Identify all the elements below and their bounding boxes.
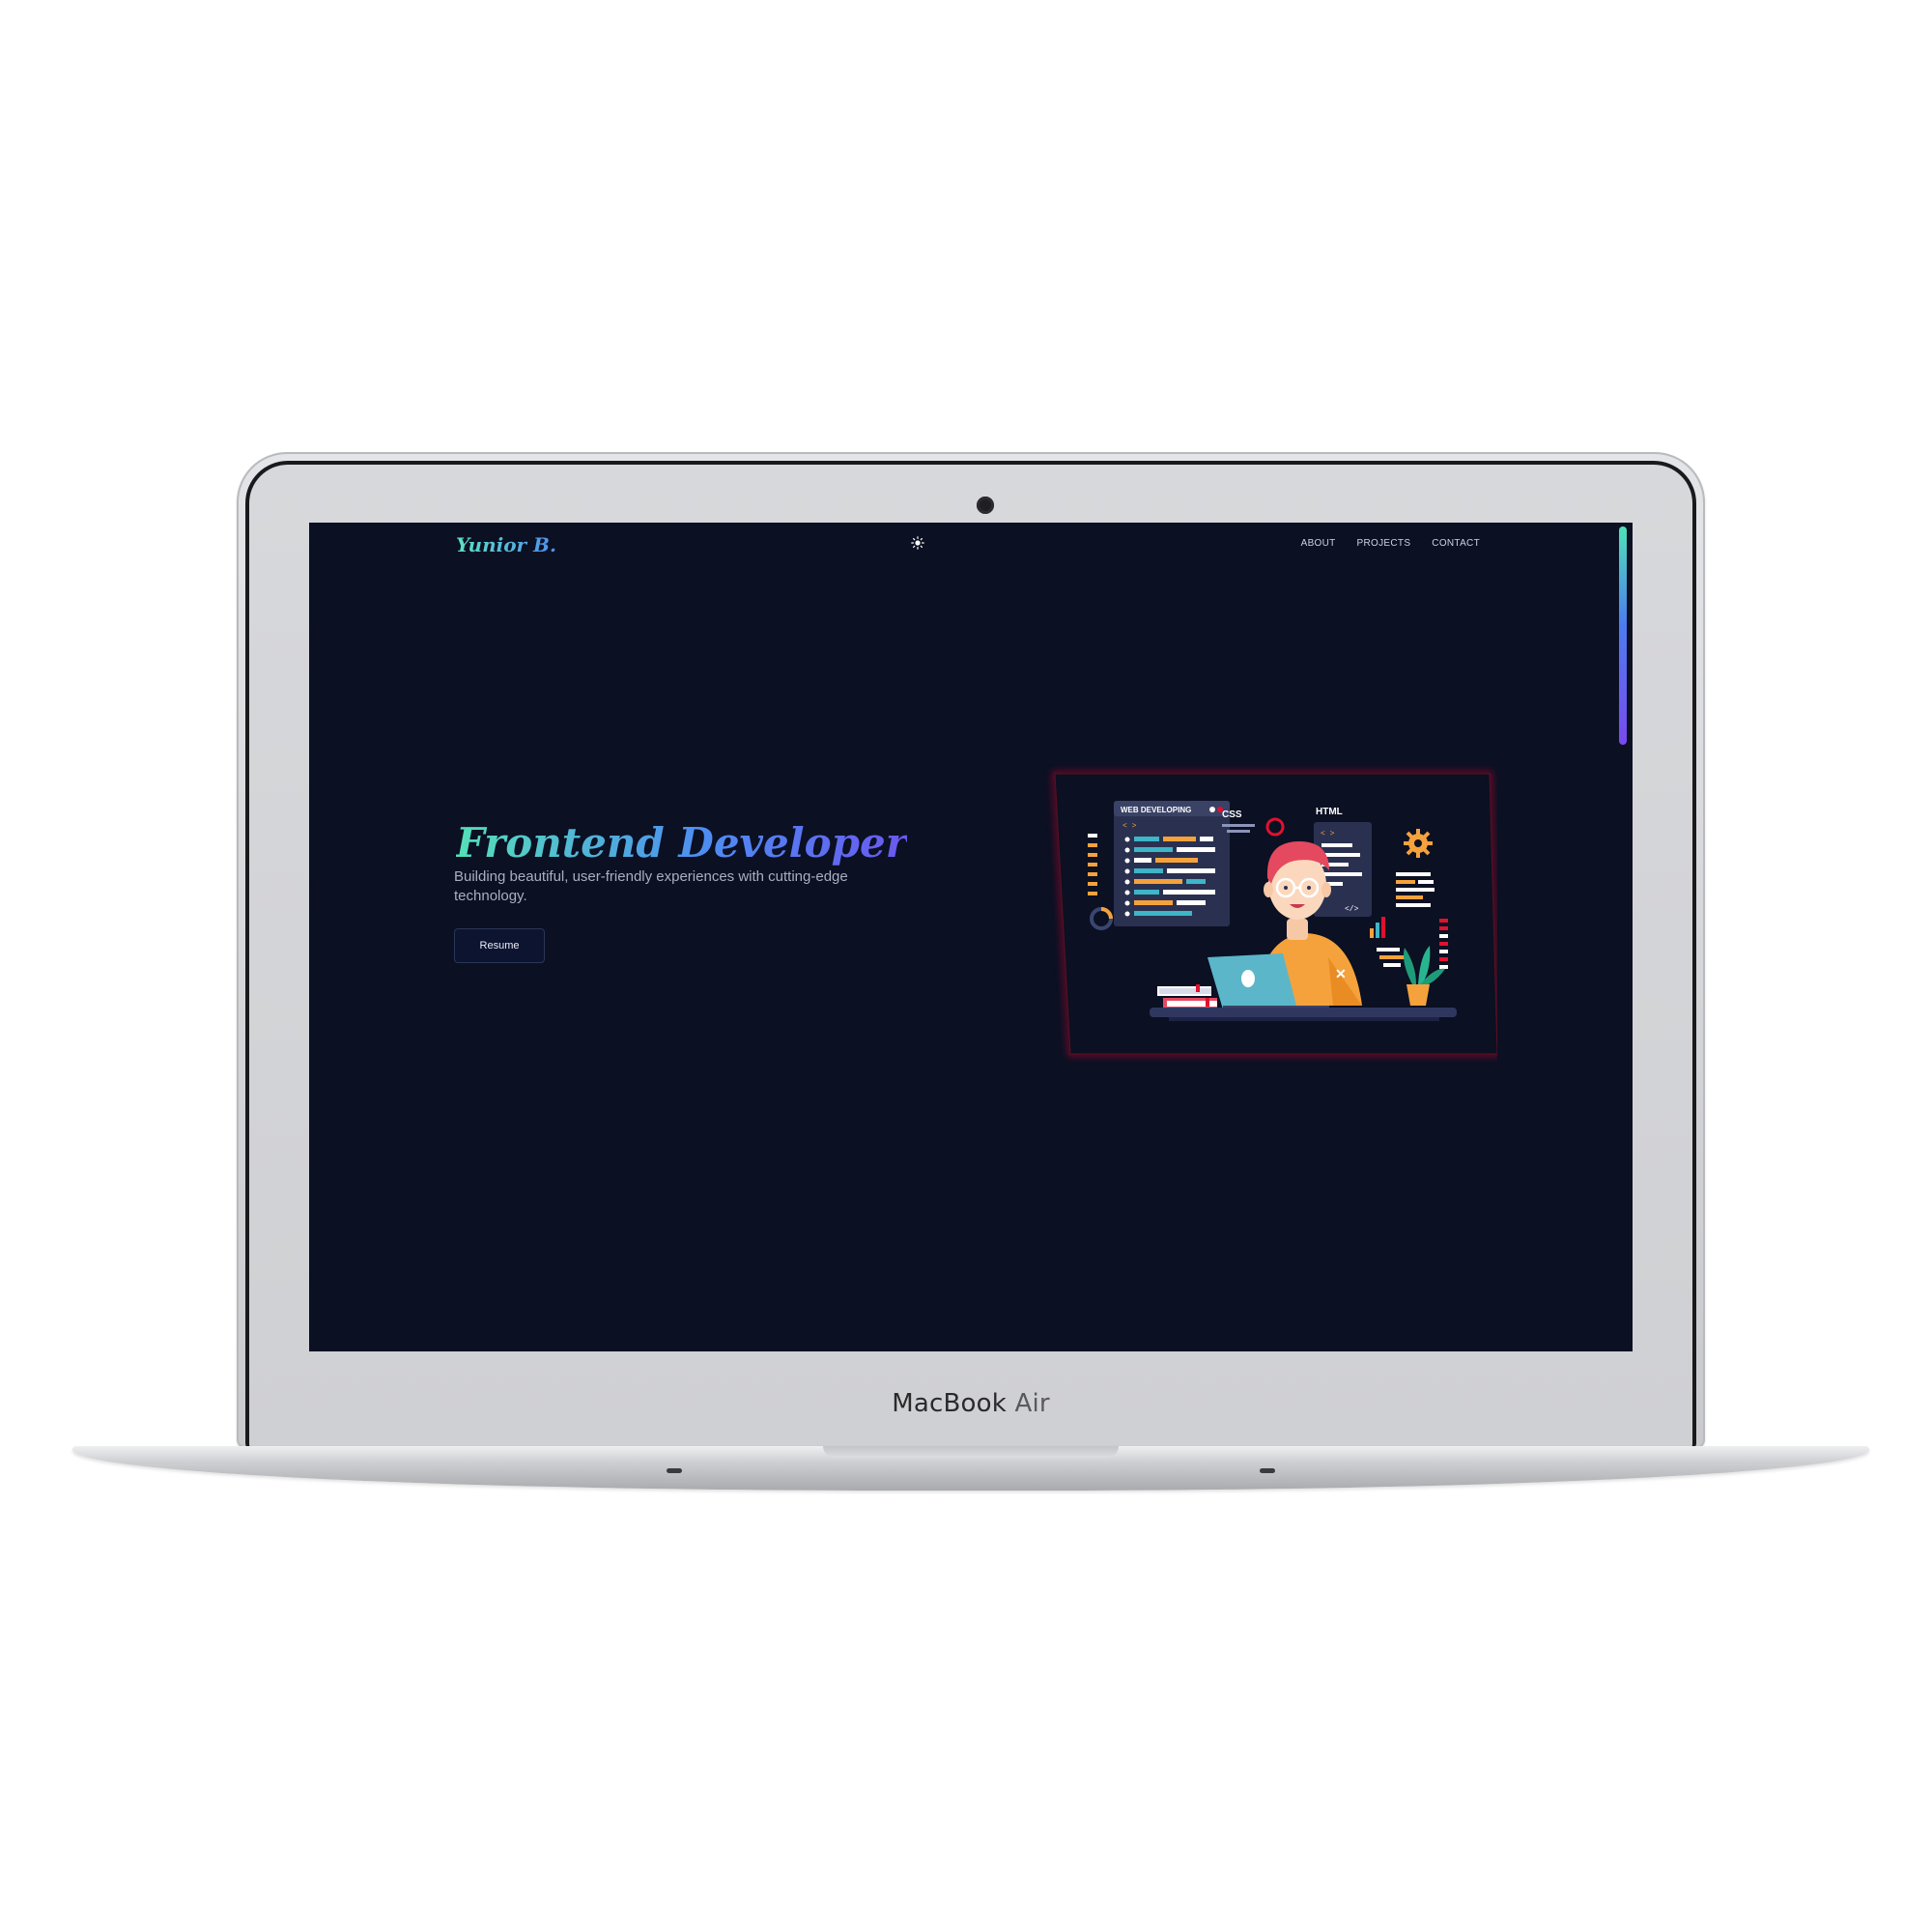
laptop-base [72,1446,1869,1491]
page-scrollbar[interactable] [1619,523,1627,1351]
css-label: CSS [1222,810,1242,820]
sun-icon [911,536,924,550]
web-developing-window: WEB DEVELOPING < > [1114,801,1230,926]
device-brand-label: MacBook Air [249,1389,1692,1418]
illustration-desk-shadow [1169,1017,1439,1021]
illustration-desk [1150,1008,1457,1017]
scrollbar-thumb[interactable] [1619,526,1627,745]
gear-icon [1404,829,1433,858]
tag-close-label-right: </> [1345,905,1359,914]
web-developing-label: WEB DEVELOPING [1121,806,1191,814]
tag-open-label-left: < > [1122,822,1137,831]
browser-viewport: Yunior B. ABOUT PROJECTS CONTACT Fronten… [309,523,1633,1351]
device-model: Air [1014,1389,1050,1418]
svg-text:✕: ✕ [1335,966,1347,981]
hero-subtitle: Building beautiful, user-friendly experi… [454,868,848,904]
nav-link-about[interactable]: ABOUT [1301,538,1336,549]
laptop-foot-left [667,1468,682,1473]
nav-link-contact[interactable]: CONTACT [1432,538,1480,549]
camera-icon [977,497,994,514]
main-nav: ABOUT PROJECTS CONTACT [1301,538,1480,549]
html-label: HTML [1316,807,1343,817]
laptop-foot-right [1260,1468,1275,1473]
developer-illustration: WEB DEVELOPING < > CSS HTML < > </> ✕ [1052,771,1497,1057]
resume-button[interactable]: Resume [454,928,545,963]
nav-link-projects[interactable]: PROJECTS [1357,538,1411,549]
site-logo[interactable]: Yunior B. [456,533,556,556]
laptop-hinge-notch [823,1446,1119,1458]
hero-title: Frontend Developer [456,819,907,867]
tag-open-label-right: < > [1321,830,1335,838]
theme-toggle-button[interactable] [910,536,925,552]
device-brand: MacBook [892,1389,1007,1418]
